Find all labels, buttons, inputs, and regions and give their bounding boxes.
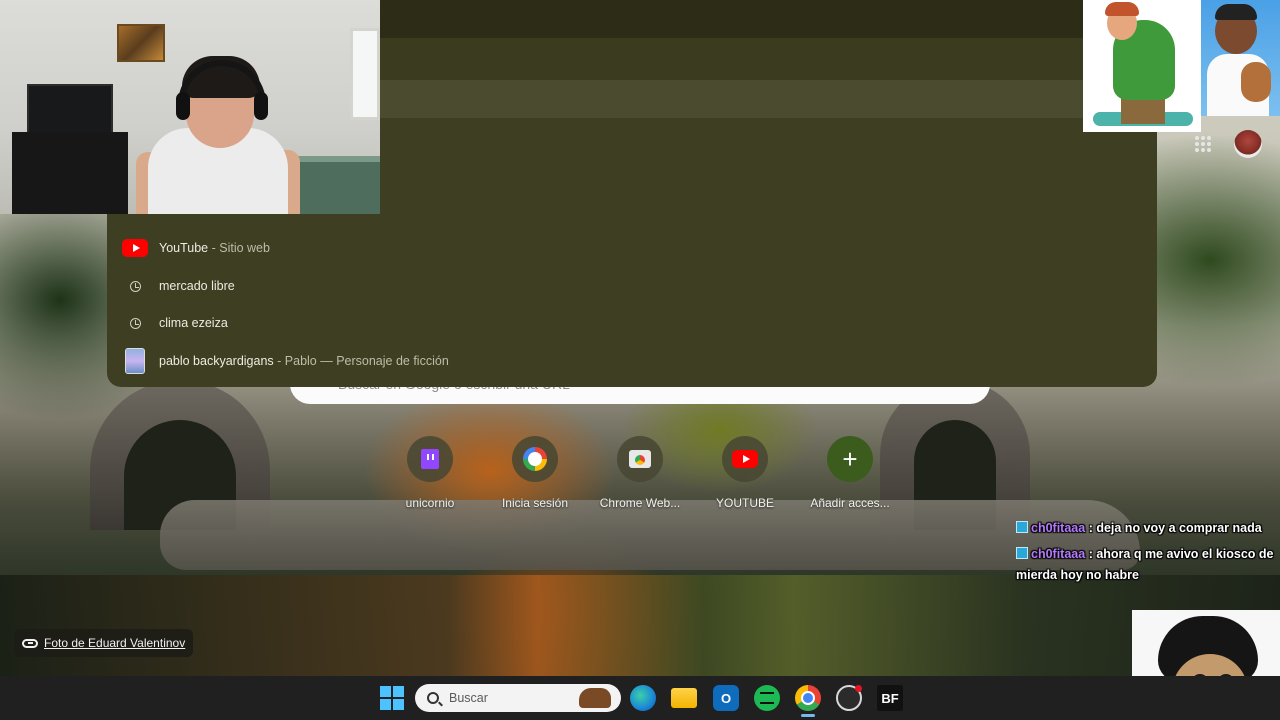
google-apps-icon[interactable] [1195,136,1211,152]
address-bar[interactable] [380,80,1083,118]
twitch-icon [421,449,439,469]
shortcut-label: Añadir acces... [810,496,890,510]
suggestion-title: clima ezeiza [159,316,228,330]
photo-credit-link[interactable]: Foto de Eduard Valentinov [14,629,194,657]
webcam-monitor [27,84,113,136]
outlook-icon[interactable]: O [713,685,739,711]
browser-tab-strip[interactable] [380,38,1083,80]
shortcut-label: Chrome Web... [599,496,681,510]
active-app-indicator [801,714,815,717]
spotify-icon[interactable] [754,685,780,711]
suggestion-subtitle: Pablo — Personaje de ficción [284,354,449,368]
suggestion-separator: - [208,241,220,255]
chat-badge-icon [1016,547,1028,559]
suggestion-clima-ezeiza[interactable]: clima ezeiza [107,305,1157,341]
stream-chat: ch0fitaaa : deja no voy a comprar nada c… [1016,518,1280,591]
history-icon [129,280,141,292]
bf-icon[interactable]: BF [877,685,903,711]
youtube-icon [122,239,148,257]
recording-dot-icon [855,685,862,692]
taskbar-search-placeholder: Buscar [449,691,488,705]
shortcut-label: Inicia sesión [501,496,569,510]
suggestion-title: pablo backyardigans [159,354,274,368]
headset-earcup [254,92,268,120]
link-icon [22,638,38,648]
search-highlight-bison-icon [579,688,611,708]
webcam-window [350,28,380,120]
chat-badge-icon [1016,521,1028,533]
webcam-overlay [0,0,380,214]
shortcut-add[interactable]: + Añadir acces... [802,436,898,516]
windows-start-icon[interactable] [380,686,404,710]
stream-overlay-cartoon-hunchback [1083,0,1201,132]
plus-icon: + [827,436,873,482]
edge-icon[interactable] [630,685,656,711]
headset-earcup [176,92,190,120]
webcam-bed [286,156,380,214]
history-icon [129,317,141,329]
shortcut-label: unicornio [405,496,455,510]
shortcut-unicornio[interactable]: unicornio [382,436,478,516]
suggestion-pablo-backyardigans[interactable]: pablo backyardigans - Pablo — Personaje … [107,343,1157,379]
cartoon-teddy-bear [1241,62,1271,102]
suggestion-subtitle: Sitio web [219,241,270,255]
stream-overlay-cartoon-doctor [1201,0,1280,116]
shortcut-inicia-sesion[interactable]: Inicia sesión [487,436,583,516]
taskbar-search[interactable]: Buscar [415,684,621,712]
chat-username: ch0fitaaa [1031,547,1086,561]
photo-credit-text: Foto de Eduard Valentinov [44,636,186,650]
webcam-desk [12,132,128,214]
suggestion-title: mercado libre [159,279,235,293]
suggestion-mercado-libre[interactable]: mercado libre [107,268,1157,304]
webcam-painting [117,24,165,62]
search-icon [427,692,439,704]
cartoon-hair [1215,4,1257,20]
shortcut-chrome-web-store[interactable]: Chrome Web... [592,436,688,516]
cartoon-legs [1121,98,1165,124]
google-account-avatar[interactable] [1234,130,1262,158]
file-explorer-icon[interactable] [671,688,697,708]
shortcut-youtube[interactable]: YOUTUBE [697,436,793,516]
chat-text: : deja no voy a comprar nada [1088,521,1262,535]
chrome-icon[interactable] [795,685,821,711]
chat-username: ch0fitaaa [1031,521,1086,535]
cartoon-hair [1105,2,1139,16]
pablo-thumbnail-icon [125,348,145,374]
chrome-web-store-icon [629,450,651,468]
google-icon [523,447,547,471]
browser-title-bar[interactable] [380,0,1083,38]
suggestion-separator: - [273,354,285,368]
suggestion-title: YouTube [159,241,209,255]
suggestion-youtube[interactable]: YouTube - Sitio web [107,230,1157,266]
chat-message: ch0fitaaa : deja no voy a comprar nada [1016,518,1280,539]
youtube-icon [732,450,758,468]
shortcut-label: YOUTUBE [715,496,774,510]
chat-message: ch0fitaaa : ahora q me avivo el kiosco d… [1016,544,1280,586]
